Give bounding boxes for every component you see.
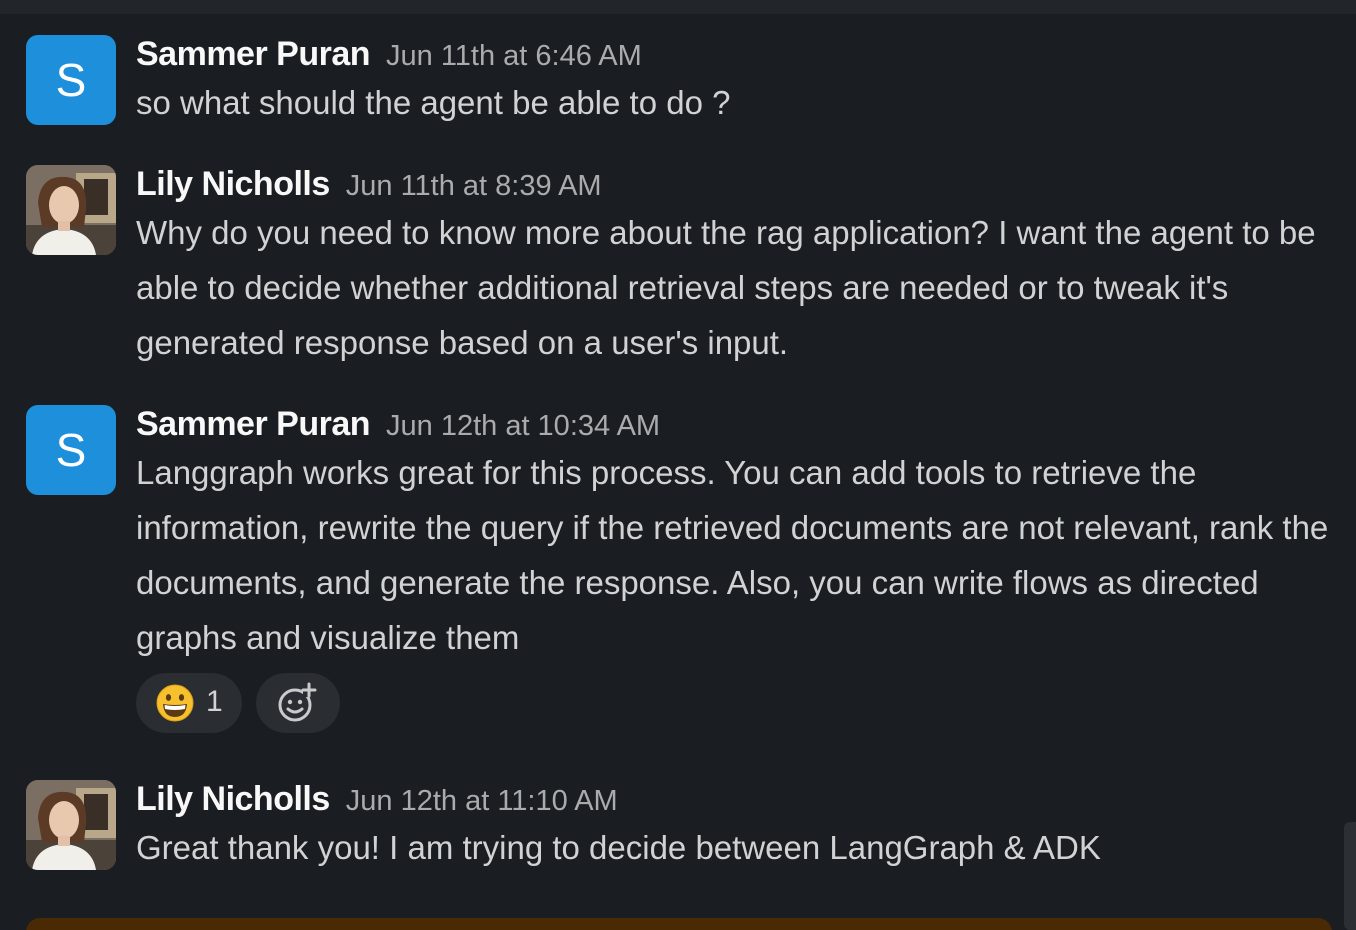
- reactions-bar: 1: [136, 673, 1336, 733]
- message-timestamp[interactable]: Jun 11th at 8:39 AM: [346, 170, 602, 202]
- message-header: Lily Nicholls Jun 12th at 11:10 AM: [136, 780, 1336, 820]
- add-emoji-icon: [278, 682, 317, 722]
- message-text: Langgraph works great for this process. …: [136, 454, 1329, 656]
- message-header: Sammer Puran Jun 11th at 6:46 AM: [136, 35, 1336, 75]
- profile-photo-icon: [26, 165, 116, 255]
- reaction-pill[interactable]: 1: [136, 673, 242, 733]
- bottom-banner: [26, 918, 1332, 930]
- author-name[interactable]: Lily Nicholls: [136, 165, 330, 203]
- top-bar: [0, 0, 1356, 14]
- author-name[interactable]: Lily Nicholls: [136, 780, 330, 818]
- message-text: Great thank you! I am trying to decide b…: [136, 829, 1101, 866]
- scrollbar[interactable]: [1344, 822, 1356, 930]
- message-header: Lily Nicholls Jun 11th at 8:39 AM: [136, 165, 1336, 205]
- author-name[interactable]: Sammer Puran: [136, 405, 371, 443]
- message-header: Sammer Puran Jun 12th at 10:34 AM: [136, 405, 1336, 445]
- message-body: Sammer Puran Jun 11th at 6:46 AM so what …: [136, 35, 1336, 130]
- message-text: so what should the agent be able to do ?: [136, 84, 731, 121]
- message-text: Why do you need to know more about the r…: [136, 214, 1316, 361]
- reaction-count: 1: [206, 685, 223, 718]
- message-body: Lily Nicholls Jun 12th at 11:10 AM Great …: [136, 780, 1336, 875]
- avatar[interactable]: S: [26, 35, 116, 125]
- avatar[interactable]: [26, 780, 116, 870]
- message-timestamp[interactable]: Jun 12th at 11:10 AM: [346, 785, 618, 817]
- message-timestamp[interactable]: Jun 12th at 10:34 AM: [386, 410, 660, 442]
- avatar[interactable]: [26, 165, 116, 255]
- avatar[interactable]: S: [26, 405, 116, 495]
- avatar-initial: S: [55, 54, 87, 106]
- message-timestamp[interactable]: Jun 11th at 6:46 AM: [386, 40, 642, 72]
- message-body: Sammer Puran Jun 12th at 10:34 AM Langgra…: [136, 405, 1336, 733]
- slack-thread-view: S Sammer Puran Jun 11th at 6:46 AM so wha…: [0, 0, 1356, 930]
- message-body: Lily Nicholls Jun 11th at 8:39 AM Why do …: [136, 165, 1336, 370]
- add-reaction-button[interactable]: [256, 673, 341, 733]
- profile-photo-icon: [26, 780, 116, 870]
- author-name[interactable]: Sammer Puran: [136, 35, 371, 73]
- grinning-face-icon: [156, 684, 194, 722]
- avatar-initial: S: [55, 424, 87, 476]
